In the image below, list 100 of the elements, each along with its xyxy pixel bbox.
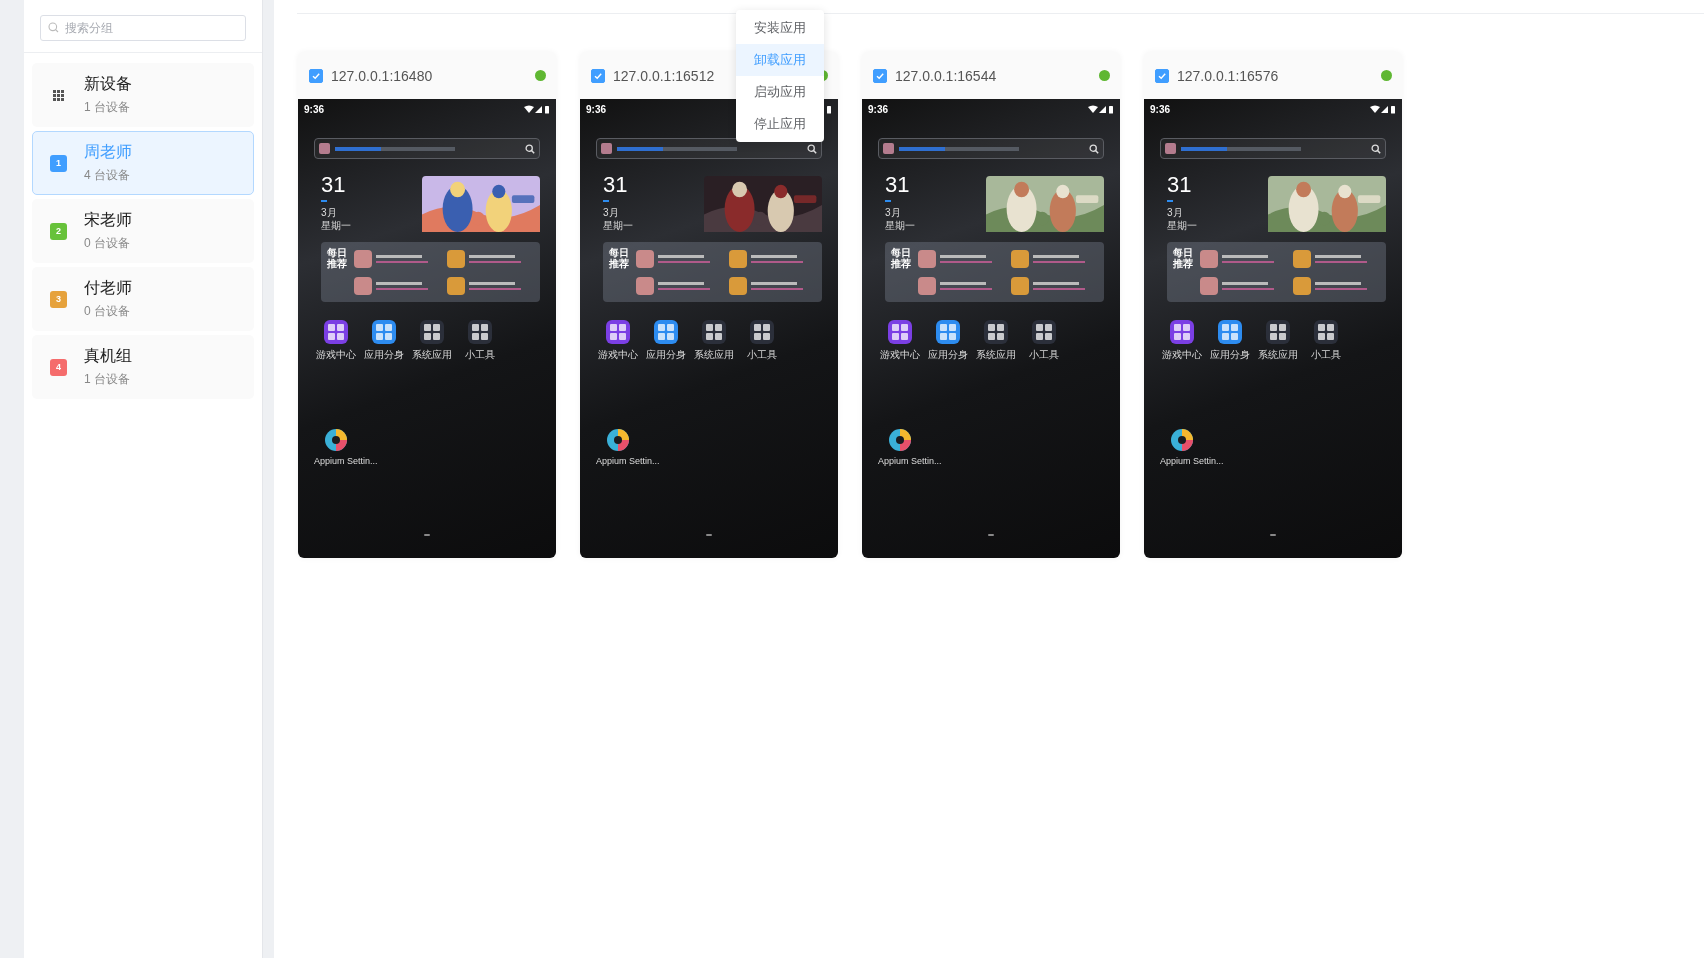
app-label: 系统应用 [1258, 348, 1298, 362]
home-indicator [1270, 534, 1276, 536]
swirl-icon[interactable] [324, 428, 348, 452]
group-item[interactable]: 新设备 1 台设备 [32, 63, 254, 127]
app-label: 应用分身 [364, 348, 404, 362]
app-icon[interactable] [468, 320, 492, 344]
date-weekday: 星期一 [321, 219, 351, 232]
group-name: 宋老师 [84, 210, 132, 230]
group-badge: 2 [50, 222, 67, 240]
home-indicator [424, 534, 430, 536]
app-label: Appium Settin... [314, 456, 378, 466]
status-icons [1370, 104, 1396, 114]
device-address: 127.0.0.1:16480 [331, 67, 434, 84]
device-address: 127.0.0.1:16544 [895, 67, 998, 84]
checkbox[interactable] [309, 68, 323, 83]
group-item[interactable]: 2 宋老师 0 台设备 [32, 199, 254, 263]
app-label: 系统应用 [976, 348, 1016, 362]
group-badge: 1 [50, 154, 67, 172]
app-label: Appium Settin... [878, 456, 942, 466]
app-icon[interactable] [1218, 320, 1242, 344]
app-label: 小工具 [1029, 348, 1059, 362]
swirl-icon[interactable] [606, 428, 630, 452]
device-count: 1 台设备 [84, 99, 131, 116]
home-indicator [988, 534, 994, 536]
app-label: 系统应用 [694, 348, 734, 362]
app-label: 小工具 [747, 348, 777, 362]
app-label: 应用分身 [1210, 348, 1250, 362]
checkbox[interactable] [873, 68, 887, 83]
clock-time: 9:36 [868, 103, 888, 115]
app-label: 游戏中心 [598, 348, 638, 362]
group-name: 付老师 [84, 278, 132, 298]
status-icons [524, 104, 550, 114]
clock-time: 9:36 [1150, 103, 1170, 115]
app-icon[interactable] [702, 320, 726, 344]
menu-item[interactable]: 停止应用 [736, 108, 824, 140]
swirl-icon[interactable] [1170, 428, 1194, 452]
search-field[interactable]: 搜索分组 [40, 15, 246, 41]
app-label: 应用分身 [928, 348, 968, 362]
app-label: 游戏中心 [316, 348, 356, 362]
group-name: 新设备 [84, 74, 132, 94]
status-icons [1088, 104, 1114, 114]
app-icon[interactable] [654, 320, 678, 344]
app-icon[interactable] [1032, 320, 1056, 344]
device-address: 127.0.0.1:16512 [613, 67, 716, 84]
app-icon[interactable] [1170, 320, 1194, 344]
app-label: 小工具 [465, 348, 495, 362]
menu-item[interactable]: 安装应用 [736, 12, 824, 44]
recommend-title: 每日推荐 [327, 247, 348, 271]
group-badge: 3 [50, 290, 67, 308]
checkbox[interactable] [591, 68, 605, 83]
home-indicator [706, 534, 712, 536]
clock-time: 9:36 [586, 103, 606, 115]
group-item[interactable]: 1 周老师 4 台设备 [32, 131, 254, 195]
checkbox[interactable] [1155, 68, 1169, 83]
date-day: 31 [603, 173, 633, 197]
clock-time: 9:36 [304, 103, 324, 115]
search-bar[interactable] [596, 138, 822, 159]
device-address: 127.0.0.1:16576 [1177, 67, 1280, 84]
group-name: 周老师 [84, 142, 132, 162]
app-icon[interactable] [984, 320, 1008, 344]
date-weekday: 星期一 [885, 219, 915, 232]
app-label: 小工具 [1311, 348, 1341, 362]
device-count: 1 台设备 [84, 371, 131, 388]
app-icon[interactable] [750, 320, 774, 344]
app-icon[interactable] [606, 320, 630, 344]
date-month: 3月 [603, 206, 620, 219]
app-icon[interactable] [324, 320, 348, 344]
date-month: 3月 [321, 206, 338, 219]
group-name: 真机组 [84, 346, 132, 366]
date-day: 31 [885, 173, 915, 197]
recommend-title: 每日推荐 [1173, 247, 1194, 271]
date-month: 3月 [1167, 206, 1184, 219]
menu-item[interactable]: 启动应用 [736, 76, 824, 108]
app-label: 应用分身 [646, 348, 686, 362]
app-label: 系统应用 [412, 348, 452, 362]
app-icon[interactable] [1266, 320, 1290, 344]
device-count: 0 台设备 [84, 235, 131, 252]
date-day: 31 [1167, 173, 1197, 197]
device-count: 0 台设备 [84, 303, 131, 320]
date-day: 31 [321, 173, 351, 197]
grid-icon [53, 89, 64, 101]
app-icon[interactable] [936, 320, 960, 344]
swirl-icon[interactable] [888, 428, 912, 452]
app-label: 游戏中心 [880, 348, 920, 362]
date-weekday: 星期一 [603, 219, 633, 232]
app-icon[interactable] [420, 320, 444, 344]
date-weekday: 星期一 [1167, 219, 1197, 232]
group-item[interactable]: 3 付老师 0 台设备 [32, 267, 254, 331]
app-label: Appium Settin... [596, 456, 660, 466]
app-icon[interactable] [888, 320, 912, 344]
app-label: 游戏中心 [1162, 348, 1202, 362]
app-label: Appium Settin... [1160, 456, 1224, 466]
group-item[interactable]: 4 真机组 1 台设备 [32, 335, 254, 399]
search-icon [48, 22, 59, 33]
app-icon[interactable] [1314, 320, 1338, 344]
recommend-title: 每日推荐 [609, 247, 630, 271]
date-month: 3月 [885, 206, 902, 219]
device-count: 4 台设备 [84, 167, 131, 184]
group-badge: 4 [50, 358, 67, 376]
app-icon[interactable] [372, 320, 396, 344]
